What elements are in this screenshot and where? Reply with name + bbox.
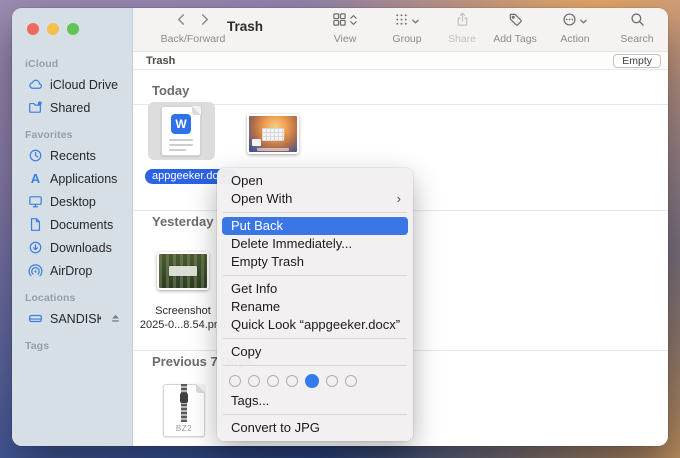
toolbar: Back/Forward Trash View bbox=[133, 8, 668, 52]
menu-item-convert-to-jpg[interactable]: Convert to JPG bbox=[217, 419, 413, 437]
close-window-button[interactable] bbox=[27, 23, 39, 35]
back-icon[interactable] bbox=[176, 13, 186, 31]
menu-separator bbox=[223, 338, 407, 339]
download-icon bbox=[28, 240, 43, 255]
word-document-icon: W bbox=[171, 114, 191, 134]
window-title: Trash bbox=[205, 19, 285, 34]
section-header-today: Today bbox=[152, 83, 189, 98]
zoom-window-button[interactable] bbox=[67, 23, 79, 35]
desktop-icon bbox=[28, 194, 43, 209]
section-header-yesterday: Yesterday bbox=[152, 214, 213, 229]
minimize-window-button[interactable] bbox=[47, 23, 59, 35]
menu-item-tags[interactable]: Tags... bbox=[217, 392, 413, 410]
zipper-graphic bbox=[181, 384, 187, 422]
page-fold bbox=[196, 384, 205, 393]
back-forward-label: Back/Forward bbox=[153, 33, 233, 45]
document-text-lines bbox=[169, 139, 193, 154]
menu-item-open[interactable]: Open bbox=[217, 172, 413, 190]
sidebar: iCloud iCloud Drive Shared Favorites Rec… bbox=[12, 8, 133, 446]
share-button: Share bbox=[438, 13, 486, 45]
menu-item-put-back[interactable]: Put Back bbox=[222, 217, 408, 235]
search-icon bbox=[630, 12, 645, 32]
sidebar-item-shared[interactable]: Shared bbox=[12, 96, 132, 119]
submenu-chevron-icon: › bbox=[397, 190, 401, 208]
chevron-up-down-icon bbox=[349, 13, 358, 32]
menu-separator bbox=[223, 365, 407, 366]
menu-item-rename[interactable]: Rename bbox=[217, 298, 413, 316]
menu-item-copy[interactable]: Copy bbox=[217, 343, 413, 361]
thumbnail-dock bbox=[257, 148, 289, 151]
tag-color-circle[interactable] bbox=[267, 375, 279, 387]
menu-item-quick-look[interactable]: Quick Look “appgeeker.docx” bbox=[217, 316, 413, 334]
tag-color-circle[interactable] bbox=[286, 375, 298, 387]
share-icon bbox=[455, 12, 470, 32]
search-button[interactable]: Search bbox=[606, 13, 668, 45]
shared-folder-icon bbox=[28, 100, 43, 115]
context-menu: Open Open With › Put Back Delete Immedia… bbox=[217, 168, 413, 441]
file-icon-appgeeker-docx[interactable]: W bbox=[161, 106, 201, 156]
airdrop-icon bbox=[28, 263, 43, 278]
menu-separator bbox=[223, 212, 407, 213]
menu-item-delete-immediately[interactable]: Delete Immediately... bbox=[217, 235, 413, 253]
sidebar-item-applications[interactable]: A Applications bbox=[12, 167, 132, 190]
sidebar-section-locations: Locations bbox=[12, 282, 132, 307]
sidebar-item-desktop[interactable]: Desktop bbox=[12, 190, 132, 213]
menu-item-open-with[interactable]: Open With › bbox=[217, 190, 413, 208]
path-bar: Trash Empty bbox=[133, 52, 668, 70]
empty-trash-button[interactable]: Empty bbox=[613, 54, 661, 68]
zipper-pull bbox=[180, 393, 188, 403]
sidebar-section-icloud: iCloud bbox=[12, 48, 132, 73]
thumbnail-window bbox=[252, 139, 261, 146]
file-icon-desktop-screenshot[interactable] bbox=[247, 114, 299, 154]
applications-icon: A bbox=[28, 171, 43, 186]
sidebar-item-documents[interactable]: Documents bbox=[12, 213, 132, 236]
tag-color-circle-blue-selected[interactable] bbox=[305, 374, 319, 388]
grid-view-icon bbox=[332, 12, 347, 32]
tag-icon bbox=[508, 12, 523, 32]
group-icon bbox=[394, 12, 409, 32]
external-drive-icon bbox=[28, 311, 43, 326]
tag-color-circle[interactable] bbox=[248, 375, 260, 387]
sidebar-item-airdrop[interactable]: AirDrop bbox=[12, 259, 132, 282]
sidebar-item-downloads[interactable]: Downloads bbox=[12, 236, 132, 259]
add-tags-button[interactable]: Add Tags bbox=[486, 13, 544, 45]
menu-separator bbox=[223, 414, 407, 415]
sidebar-item-icloud-drive[interactable]: iCloud Drive bbox=[12, 73, 132, 96]
sidebar-section-tags: Tags bbox=[12, 330, 132, 355]
menu-separator bbox=[223, 275, 407, 276]
sidebar-item-recents[interactable]: Recents bbox=[12, 144, 132, 167]
thumbnail-grid-panel bbox=[262, 128, 284, 141]
document-icon bbox=[28, 217, 43, 232]
tag-color-circle[interactable] bbox=[229, 375, 241, 387]
tag-color-circle[interactable] bbox=[326, 375, 338, 387]
window-controls bbox=[27, 23, 79, 35]
sidebar-section-favorites: Favorites bbox=[12, 119, 132, 144]
sidebar-item-sandisk[interactable]: SANDISK… bbox=[12, 307, 132, 330]
clock-icon bbox=[28, 148, 43, 163]
action-button[interactable]: Action bbox=[544, 13, 606, 45]
action-ellipsis-icon bbox=[562, 12, 577, 32]
view-button[interactable]: View bbox=[314, 13, 376, 45]
cloud-icon bbox=[28, 77, 43, 92]
file-icon-bz2-archive[interactable]: BZ2 bbox=[163, 384, 205, 437]
page-fold bbox=[192, 106, 201, 115]
tag-colors-row bbox=[217, 370, 413, 392]
menu-item-empty-trash[interactable]: Empty Trash bbox=[217, 253, 413, 271]
path-location: Trash bbox=[146, 55, 175, 67]
chevron-down-icon bbox=[411, 13, 420, 31]
file-icon-forest-screenshot[interactable] bbox=[157, 252, 209, 290]
menu-item-get-info[interactable]: Get Info bbox=[217, 280, 413, 298]
tag-color-circle[interactable] bbox=[345, 375, 357, 387]
bz2-type-badge: BZ2 bbox=[164, 424, 204, 433]
group-button[interactable]: Group bbox=[376, 13, 438, 45]
thumbnail-toolbar bbox=[169, 266, 197, 276]
chevron-down-icon bbox=[579, 13, 588, 31]
eject-icon[interactable] bbox=[108, 311, 123, 326]
